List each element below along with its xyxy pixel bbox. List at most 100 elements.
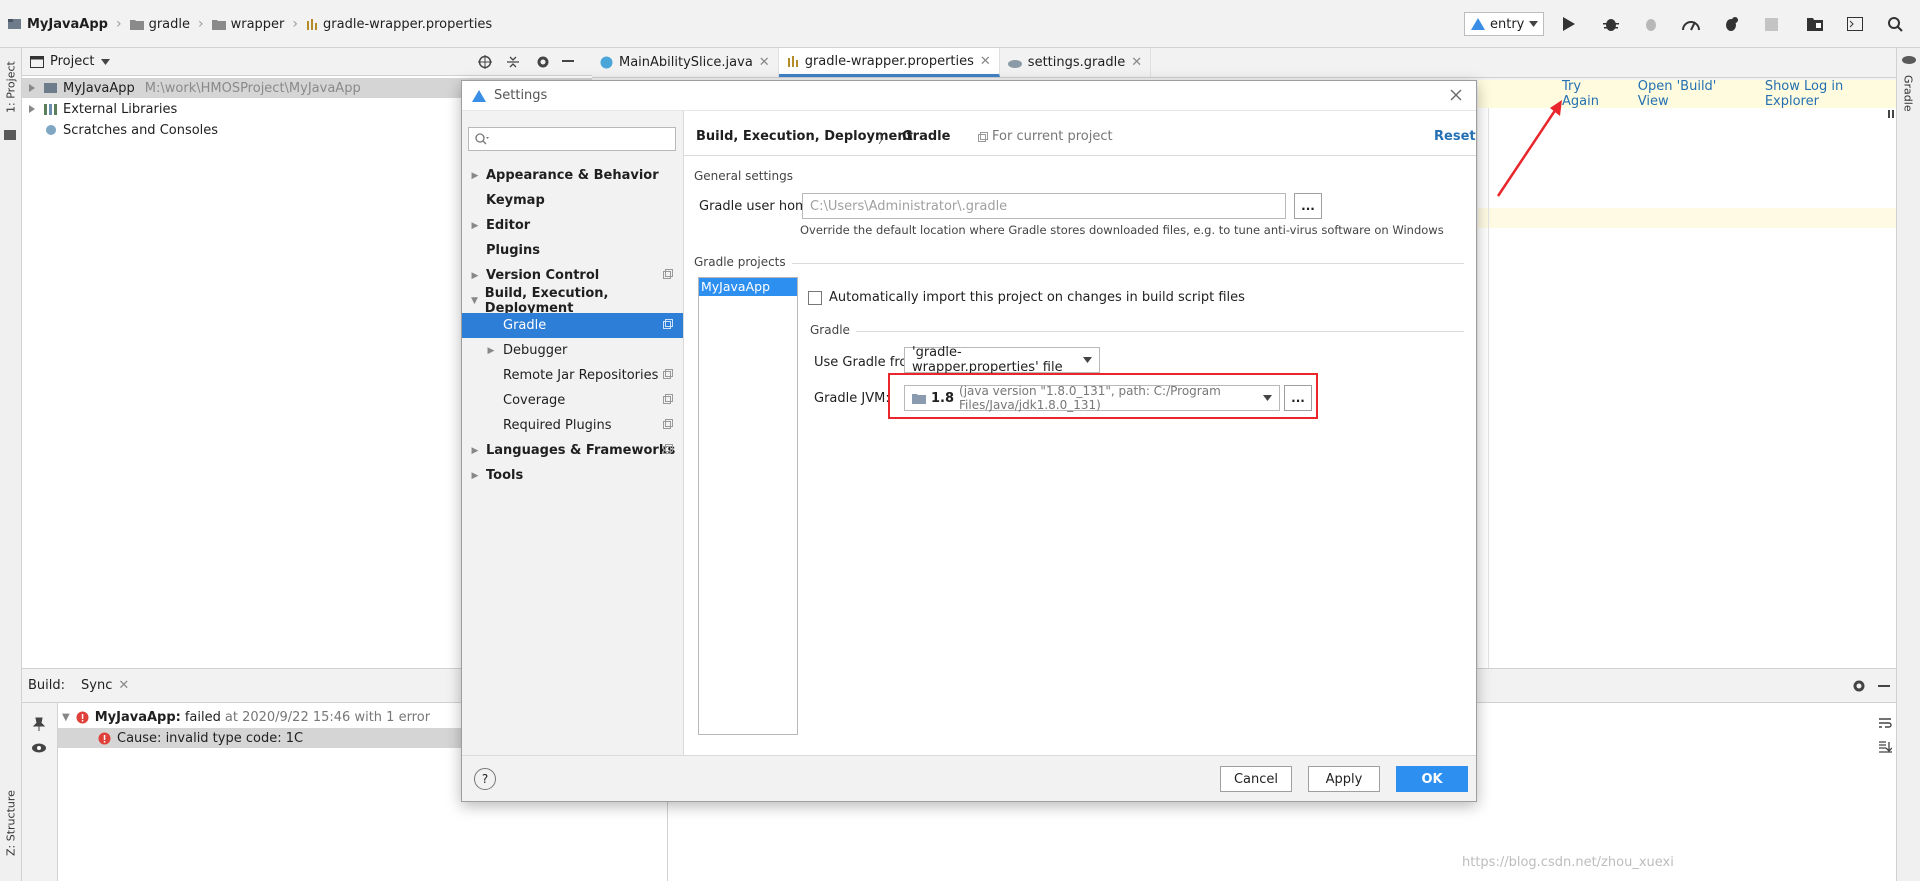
apply-button[interactable]: Apply bbox=[1308, 766, 1380, 792]
structure-tool-tab[interactable]: Z: Structure bbox=[1, 778, 21, 868]
nav-remote-jar-repositories[interactable]: Remote Jar Repositories bbox=[462, 363, 683, 388]
nav-editor[interactable]: ▶ Editor bbox=[462, 213, 683, 238]
coverage-button[interactable] bbox=[1718, 11, 1744, 37]
editor-tabs: MainAbilitySlice.java ✕ gradle-wrapper.p… bbox=[592, 48, 1896, 78]
ok-button[interactable]: OK bbox=[1396, 766, 1468, 792]
locate-icon[interactable] bbox=[478, 55, 492, 69]
attach-debugger-button[interactable] bbox=[1638, 11, 1664, 37]
harmony-app-icon bbox=[472, 89, 486, 102]
project-view-icon bbox=[30, 55, 44, 68]
for-current-project-label: For current project bbox=[992, 129, 1113, 144]
left-tool-strip: 1: Project Z: Structure bbox=[0, 48, 22, 881]
nav-appearance-behavior[interactable]: ▶ Appearance & Behavior bbox=[462, 163, 683, 188]
tab-settings-gradle[interactable]: settings.gradle ✕ bbox=[1000, 48, 1152, 77]
library-icon bbox=[44, 103, 58, 115]
project-tab-icon bbox=[4, 130, 16, 140]
close-icon[interactable]: ✕ bbox=[759, 55, 770, 70]
build-error-row[interactable]: Cause: invalid type code: 1C bbox=[58, 728, 490, 748]
project-tool-tab[interactable]: 1: Project bbox=[1, 52, 21, 122]
build-label: Build: bbox=[28, 678, 66, 693]
stop-button[interactable] bbox=[1758, 11, 1784, 37]
close-icon[interactable]: ✕ bbox=[1131, 55, 1142, 70]
search-input[interactable] bbox=[493, 131, 675, 147]
gradle-user-home-field[interactable]: C:\Users\Administrator\.gradle bbox=[802, 193, 1286, 219]
nav-plugins[interactable]: Plugins bbox=[462, 238, 683, 263]
breadcrumb-folder-gradle[interactable]: gradle bbox=[129, 17, 190, 32]
error-icon bbox=[76, 711, 89, 724]
folder-icon bbox=[211, 18, 226, 30]
try-again-link[interactable]: Try Again bbox=[1562, 79, 1620, 109]
settings-dialog: Settings ▶ Appearance & Behavior Keymap ▶… bbox=[461, 80, 1477, 802]
debug-button[interactable] bbox=[1598, 11, 1624, 37]
pause-icon[interactable] bbox=[1888, 110, 1894, 118]
auto-import-checkbox[interactable] bbox=[808, 291, 822, 305]
build-result-row[interactable]: ▼ MyJavaApp: failed at 2020/9/22 15:46 w… bbox=[58, 707, 490, 727]
java-class-icon bbox=[600, 56, 613, 69]
annotation-arrow bbox=[1496, 100, 1562, 197]
gradle-projects-heading: Gradle projects bbox=[694, 255, 786, 269]
chevron-right-icon[interactable] bbox=[26, 84, 38, 92]
nav-tools[interactable]: ▶ Tools bbox=[462, 463, 683, 488]
nav-gradle[interactable]: Gradle bbox=[462, 313, 683, 338]
nav-version-control[interactable]: ▶ Version Control bbox=[462, 263, 683, 288]
cancel-button[interactable]: Cancel bbox=[1220, 766, 1292, 792]
breadcrumb-project[interactable]: MyJavaApp bbox=[8, 17, 108, 32]
tab-sync[interactable]: Sync bbox=[81, 678, 112, 693]
browse-user-home-button[interactable]: ... bbox=[1294, 193, 1322, 219]
content-breadcrumb-current: Gradle bbox=[902, 129, 951, 144]
minimize-icon[interactable] bbox=[562, 60, 574, 63]
harmony-app-icon bbox=[1471, 18, 1485, 30]
show-log-link[interactable]: Show Log in Explorer bbox=[1765, 79, 1896, 109]
search-icon[interactable] bbox=[1882, 11, 1908, 37]
copy-project-icon bbox=[663, 369, 673, 379]
watermark: https://blog.csdn.net/zhou_xuexi bbox=[1462, 855, 1674, 870]
nav-debugger[interactable]: ▶ Debugger bbox=[462, 338, 683, 363]
error-icon bbox=[98, 732, 111, 745]
help-button[interactable]: ? bbox=[474, 768, 496, 790]
nav-coverage[interactable]: Coverage bbox=[462, 388, 683, 413]
pin-icon[interactable] bbox=[32, 717, 46, 731]
close-icon[interactable]: ✕ bbox=[118, 678, 129, 693]
gradle-tool-tab[interactable]: Gradle bbox=[1898, 68, 1918, 118]
chevron-right-icon[interactable] bbox=[26, 105, 38, 113]
minimize-icon[interactable] bbox=[1878, 685, 1890, 688]
reset-link[interactable]: Reset bbox=[1434, 129, 1476, 144]
section-divider bbox=[856, 331, 1464, 332]
breadcrumb-folder-wrapper[interactable]: wrapper bbox=[211, 17, 284, 32]
eye-icon[interactable] bbox=[32, 743, 46, 753]
scroll-to-end-icon[interactable] bbox=[1878, 741, 1892, 753]
chevron-down-icon bbox=[1529, 21, 1539, 27]
run-configuration-select[interactable]: entry bbox=[1464, 12, 1544, 36]
chevron-down-icon[interactable]: ▼ bbox=[62, 712, 70, 723]
run-button[interactable] bbox=[1556, 11, 1582, 37]
settings-search[interactable] bbox=[468, 127, 676, 151]
profile-button[interactable] bbox=[1678, 11, 1704, 37]
copy-project-icon bbox=[663, 444, 673, 454]
use-gradle-from-select[interactable]: 'gradle-wrapper.properties' file bbox=[904, 345, 1100, 375]
tab-mainabilityslice[interactable]: MainAbilitySlice.java ✕ bbox=[592, 48, 779, 77]
project-structure-button[interactable] bbox=[1802, 11, 1828, 37]
breadcrumb-separator: › bbox=[115, 16, 122, 32]
collapse-all-icon[interactable] bbox=[506, 55, 520, 69]
settings-content: Build, Execution, Deployment 〉 Gradle Fo… bbox=[684, 111, 1476, 755]
nav-build-execution-deployment[interactable]: ▼ Build, Execution, Deployment bbox=[462, 286, 683, 316]
gear-icon[interactable] bbox=[1852, 679, 1866, 693]
close-icon[interactable]: ✕ bbox=[980, 54, 991, 69]
open-build-view-link[interactable]: Open 'Build' View bbox=[1638, 79, 1747, 109]
terminal-button[interactable] bbox=[1842, 11, 1868, 37]
project-view-select[interactable]: Project bbox=[50, 54, 94, 69]
gradle-jvm-label: Gradle JVM: bbox=[814, 391, 890, 406]
breadcrumb-file[interactable]: gradle-wrapper.properties bbox=[306, 17, 492, 32]
soft-wrap-icon[interactable] bbox=[1878, 717, 1892, 729]
close-icon[interactable] bbox=[1450, 89, 1462, 101]
dialog-title-bar[interactable]: Settings bbox=[462, 81, 1476, 111]
project-list-item[interactable]: MyJavaApp bbox=[699, 278, 797, 296]
breadcrumb: MyJavaApp › gradle › wrapper › gradle-wr… bbox=[8, 14, 492, 34]
chevron-down-icon[interactable] bbox=[101, 58, 111, 65]
nav-required-plugins[interactable]: Required Plugins bbox=[462, 413, 683, 438]
tab-gradle-wrapper-properties[interactable]: gradle-wrapper.properties ✕ bbox=[778, 48, 1000, 77]
highlight-box bbox=[888, 373, 1318, 419]
nav-keymap[interactable]: Keymap bbox=[462, 188, 683, 213]
nav-languages-frameworks[interactable]: ▶ Languages & Frameworks bbox=[462, 438, 683, 463]
gear-icon[interactable] bbox=[536, 55, 550, 69]
